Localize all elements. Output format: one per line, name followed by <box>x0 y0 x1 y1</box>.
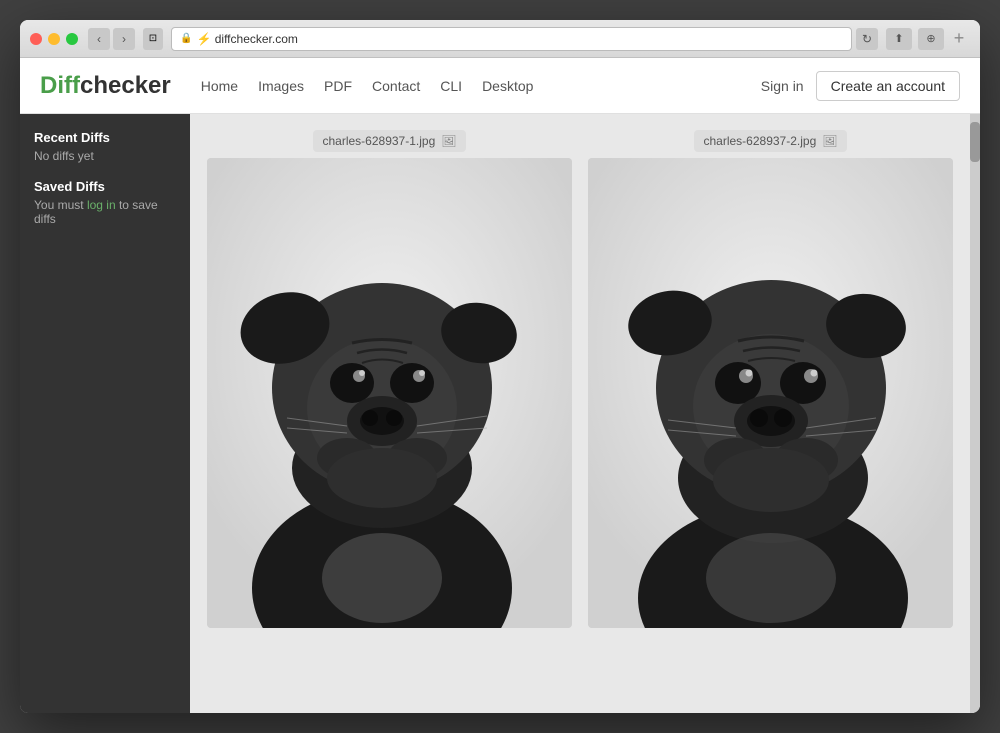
create-account-button[interactable]: Create an account <box>816 71 960 101</box>
url-text: ⚡ diffchecker.com <box>196 32 297 46</box>
browser-action-buttons: ⬆ ⊕ <box>886 28 944 50</box>
nav-links: Home Images PDF Contact CLI Desktop <box>201 78 761 94</box>
app-content: Diffchecker Home Images PDF Contact CLI … <box>20 58 980 713</box>
forward-button[interactable]: › <box>113 28 135 50</box>
nav-desktop[interactable]: Desktop <box>482 78 533 94</box>
saved-diffs-prefix: You must <box>34 198 84 212</box>
right-file-icon: 🖼 <box>822 134 837 148</box>
browser-titlebar: ‹ › ⊡ 🔒 ⚡ diffchecker.com ↻ ⬆ ⊕ + <box>20 20 980 58</box>
new-tab-button[interactable]: + <box>948 28 970 50</box>
right-image-panel: charles-628937-2.jpg 🖼 <box>588 130 953 628</box>
nav-images[interactable]: Images <box>258 78 304 94</box>
saved-diffs-title: Saved Diffs <box>34 179 176 194</box>
minimize-button[interactable] <box>48 33 60 45</box>
share-button[interactable]: ⬆ <box>886 28 912 50</box>
scrollbar[interactable] <box>970 114 980 713</box>
left-image-box <box>207 158 572 628</box>
browser-nav-buttons: ‹ › <box>88 28 135 50</box>
maximize-button[interactable] <box>66 33 78 45</box>
add-bookmark-button[interactable]: ⊕ <box>918 28 944 50</box>
scrollbar-thumb[interactable] <box>970 122 980 162</box>
browser-window-controls <box>30 33 78 45</box>
nav-cli[interactable]: CLI <box>440 78 462 94</box>
recent-diffs-title: Recent Diffs <box>34 130 176 145</box>
recent-diffs-empty: No diffs yet <box>34 149 176 163</box>
browser-window: ‹ › ⊡ 🔒 ⚡ diffchecker.com ↻ ⬆ ⊕ + Diffch… <box>20 20 980 713</box>
site-logo[interactable]: Diffchecker <box>40 72 171 100</box>
logo-checker: checker <box>80 72 171 99</box>
back-button[interactable]: ‹ <box>88 28 110 50</box>
left-pug-image <box>207 158 572 628</box>
sidebar: Recent Diffs No diffs yet Saved Diffs Yo… <box>20 114 190 713</box>
log-in-link[interactable]: log in <box>87 198 116 212</box>
nav-actions: Sign in Create an account <box>761 71 960 101</box>
image-comparison: charles-628937-1.jpg 🖼 <box>206 130 954 628</box>
sign-in-link[interactable]: Sign in <box>761 78 804 94</box>
right-image-box <box>588 158 953 628</box>
saved-diffs-text: You must log in to save diffs <box>34 198 176 226</box>
left-image-panel: charles-628937-1.jpg 🖼 <box>207 130 572 628</box>
right-pug-image <box>588 158 953 628</box>
right-image-label: charles-628937-2.jpg 🖼 <box>694 130 848 152</box>
close-button[interactable] <box>30 33 42 45</box>
nav-home[interactable]: Home <box>201 78 238 94</box>
content-area: charles-628937-1.jpg 🖼 <box>190 114 970 713</box>
left-file-icon: 🖼 <box>441 134 456 148</box>
nav-contact[interactable]: Contact <box>372 78 420 94</box>
logo-diff: Diff <box>40 72 80 99</box>
address-bar[interactable]: 🔒 ⚡ diffchecker.com <box>171 27 852 51</box>
tab-icon-button[interactable]: ⊡ <box>143 28 163 50</box>
reload-button[interactable]: ↻ <box>856 28 878 50</box>
top-navbar: Diffchecker Home Images PDF Contact CLI … <box>20 58 980 114</box>
main-layout: Recent Diffs No diffs yet Saved Diffs Yo… <box>20 114 980 713</box>
ssl-lock-icon: 🔒 <box>180 33 192 44</box>
nav-pdf[interactable]: PDF <box>324 78 352 94</box>
left-image-label: charles-628937-1.jpg 🖼 <box>313 130 467 152</box>
right-filename: charles-628937-2.jpg <box>704 134 817 148</box>
left-filename: charles-628937-1.jpg <box>323 134 436 148</box>
